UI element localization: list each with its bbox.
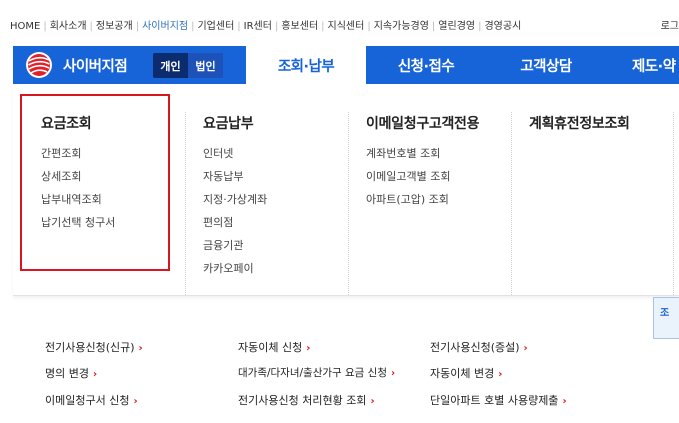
menu-item-apartment-inquiry[interactable]: 아파트(고압) 조회 <box>366 193 450 216</box>
global-nav: 사이버지점 개인 법인 조회·납부 신청·접수 고객상담 제도·약 <box>13 46 679 84</box>
chevron-right-icon: › <box>370 396 375 407</box>
quick-link-label: 명의 변경 <box>45 367 89 380</box>
top-link-ir-center[interactable]: IR센터 <box>244 21 272 32</box>
menu-divider <box>673 112 674 295</box>
menu-column-title: 요금납부 <box>203 116 254 132</box>
menu-divider <box>185 112 186 295</box>
gnb-tab-inquiry-payment[interactable]: 조회·납부 <box>246 46 366 84</box>
top-link-knowledge-center[interactable]: 지식센터 <box>328 21 365 32</box>
kepco-logo-icon <box>26 52 52 78</box>
menu-divider <box>348 112 349 295</box>
top-link-cyber-branch[interactable]: 사이버지점 <box>142 21 188 32</box>
quick-link[interactable]: 단일아파트 호별 사용량제출 › <box>430 392 567 408</box>
chevron-right-icon: › <box>498 369 503 380</box>
side-panel[interactable]: 조 <box>653 297 679 339</box>
menu-item-account-inquiry[interactable]: 계좌번호별 조회 <box>366 147 450 170</box>
quick-link-label: 전기사용신청(신규) <box>45 341 135 354</box>
quick-link-label: 전기사용신청 처리현황 조회 <box>238 394 367 407</box>
top-link-disclosure-management[interactable]: 경영공시 <box>484 21 521 32</box>
menu-column-title: 이메일청구고객전용 <box>366 116 480 132</box>
top-link-disclosure[interactable]: 정보공개 <box>96 21 133 32</box>
menu-item-auto-pay[interactable]: 자동납부 <box>203 170 267 193</box>
menu-column-outage-info: 계획휴전정보조회 <box>529 84 679 295</box>
quick-link[interactable]: 자동이체 신청 › <box>238 339 310 355</box>
quick-link-label: 전기사용신청(증설) <box>430 341 520 354</box>
quick-link-label: 대가족/다자녀/출산가구 요금 신청 <box>238 367 387 379</box>
chevron-right-icon: › <box>562 396 567 407</box>
chevron-right-icon: › <box>138 343 143 354</box>
menu-column-title[interactable]: 계획휴전정보조회 <box>529 113 630 133</box>
menu-item-convenience-store[interactable]: 편의점 <box>203 216 267 239</box>
highlight-box <box>20 94 170 271</box>
top-link-home[interactable]: HOME <box>10 21 40 32</box>
login-link[interactable]: 로그 <box>661 17 679 32</box>
top-link-pr-center[interactable]: 홍보센터 <box>281 21 318 32</box>
menu-column-bill-payment: 요금납부 인터넷 자동납부 지정·가상계좌 편의점 금융기관 카카오페이 <box>203 84 353 295</box>
menu-divider <box>511 112 512 295</box>
top-link-open-management[interactable]: 열린경영 <box>438 21 475 32</box>
top-utility-bar: HOME | 회사소개 | 정보공개 | 사이버지점 | 기업센터 | IR센터 | 홍보센터 | 지식센터… <box>0 0 679 46</box>
quick-link[interactable]: 전기사용신청(증설) › <box>430 339 528 355</box>
chevron-right-icon: › <box>523 343 528 354</box>
top-link-company[interactable]: 회사소개 <box>50 21 87 32</box>
menu-column-email-billing: 이메일청구고객전용 계좌번호별 조회 이메일고객별 조회 아파트(고압) 조회 <box>366 84 516 295</box>
menu-item-internet[interactable]: 인터넷 <box>203 147 267 170</box>
gnb-tab-application[interactable]: 신청·접수 <box>366 46 486 84</box>
quick-link[interactable]: 대가족/다자녀/출산가구 요금 신청 › <box>238 365 395 380</box>
menu-item-email-customer-inquiry[interactable]: 이메일고객별 조회 <box>366 170 450 193</box>
chevron-right-icon: › <box>391 368 396 379</box>
quick-link[interactable]: 전기사용신청 처리현황 조회 › <box>238 392 375 408</box>
top-link-sustainability[interactable]: 지속가능경영 <box>374 21 429 32</box>
gnb-tab-system[interactable]: 제도·약 <box>606 46 679 84</box>
menu-item-kakaopay[interactable]: 카카오페이 <box>203 262 267 285</box>
quick-link-label: 이메일청구서 신청 <box>45 394 130 407</box>
menu-item-virtual-account[interactable]: 지정·가상계좌 <box>203 193 267 216</box>
segment-corporate-button[interactable]: 법인 <box>188 53 223 78</box>
chevron-right-icon: › <box>92 369 98 380</box>
brand-title[interactable]: 사이버지점 <box>63 55 128 76</box>
gnb-tab-customer-consult[interactable]: 고객상담 <box>486 46 606 84</box>
quick-link[interactable]: 자동이체 변경 › <box>430 365 502 381</box>
quick-link-label: 자동이체 신청 <box>238 341 303 354</box>
quick-link[interactable]: 이메일청구서 신청 › <box>45 392 138 408</box>
chevron-right-icon: › <box>306 343 311 354</box>
top-utility-links: HOME | 회사소개 | 정보공개 | 사이버지점 | 기업센터 | IR센터 | 홍보센터 | 지식센터… <box>10 21 522 32</box>
quick-link-label: 단일아파트 호별 사용량제출 <box>430 394 559 407</box>
menu-item-financial-institution[interactable]: 금융기관 <box>203 239 267 262</box>
quick-link[interactable]: 명의 변경 › <box>45 365 97 381</box>
quick-link[interactable]: 전기사용신청(신규) › <box>45 339 143 355</box>
top-link-business-center[interactable]: 기업센터 <box>197 21 234 32</box>
side-panel-label: 조 <box>660 308 670 319</box>
chevron-right-icon: › <box>133 396 138 407</box>
segment-personal-button[interactable]: 개인 <box>153 53 188 78</box>
quick-link-label: 자동이체 변경 <box>430 367 495 380</box>
customer-type-toggle: 개인 법인 <box>153 53 223 78</box>
